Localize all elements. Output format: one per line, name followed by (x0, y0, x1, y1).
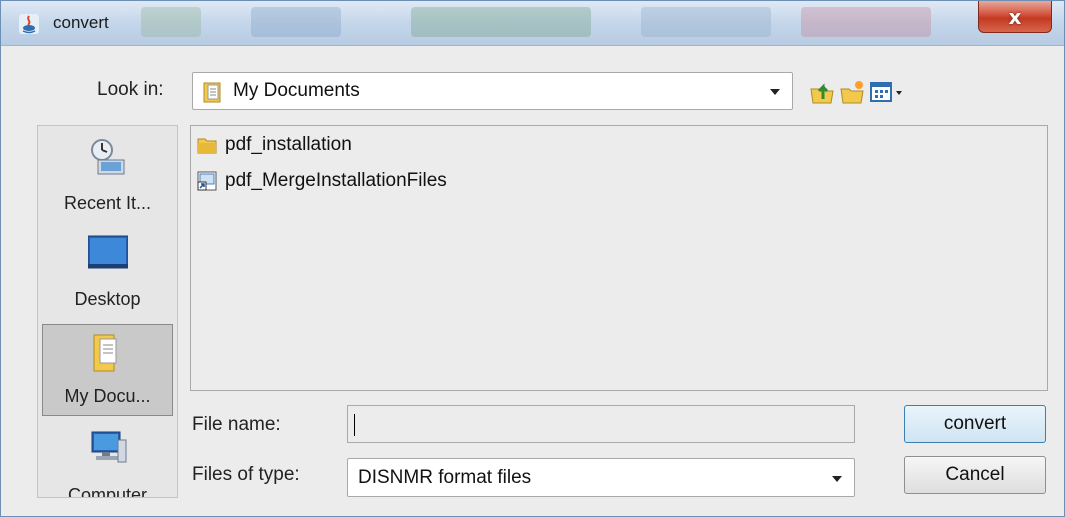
background-ghost (251, 7, 341, 37)
place-label: Desktop (74, 289, 141, 309)
close-button[interactable]: x (978, 1, 1052, 33)
file-name: pdf_installation (225, 134, 352, 155)
shortcut-icon (197, 171, 217, 191)
look-in-label: Look in: (97, 79, 164, 100)
new-folder-icon[interactable] (839, 79, 865, 105)
folder-icon (197, 138, 217, 154)
close-icon: x (1008, 4, 1022, 29)
list-item[interactable]: pdf_installation (197, 132, 352, 158)
place-label: My Docu... (64, 386, 151, 406)
list-item[interactable]: pdf_MergeInstallationFiles (197, 168, 447, 194)
file-type-label: Files of type: (192, 464, 300, 485)
file-name: pdf_MergeInstallationFiles (225, 170, 447, 191)
convert-button[interactable]: convert (904, 405, 1046, 443)
java-app-icon (19, 14, 39, 34)
view-menu-icon[interactable] (869, 79, 907, 105)
background-ghost (411, 7, 591, 37)
look-in-dropdown[interactable]: My Documents (192, 72, 793, 110)
computer-icon (91, 431, 126, 463)
chevron-down-icon (832, 475, 842, 482)
title-bar[interactable]: convert x (1, 1, 1064, 46)
file-dialog-window: convert x Look in: My Documents Recent I… (0, 0, 1065, 517)
look-in-value: My Documents (233, 80, 360, 101)
desktop-icon (87, 235, 128, 269)
text-caret (354, 414, 355, 436)
places-sidebar: Recent It... Desktop My Docu... Computer (37, 125, 178, 498)
file-type-dropdown[interactable]: DISNMR format files (347, 458, 855, 497)
background-ghost (641, 7, 771, 37)
window-title: convert (53, 13, 109, 32)
place-desktop[interactable]: Desktop (42, 226, 173, 318)
cancel-button[interactable]: Cancel (904, 456, 1046, 494)
chevron-down-icon (770, 89, 780, 95)
place-label: Computer (67, 485, 148, 498)
file-type-value: DISNMR format files (358, 466, 532, 488)
file-name-label: File name: (192, 414, 281, 435)
place-computer[interactable]: Computer (42, 422, 173, 498)
up-folder-icon[interactable] (809, 79, 835, 105)
file-name-field[interactable] (347, 405, 855, 443)
background-ghost (801, 7, 931, 37)
documents-folder-icon (203, 82, 221, 103)
place-label: Recent It... (63, 193, 152, 213)
recent-items-icon (90, 139, 124, 175)
place-my-documents[interactable]: My Docu... (42, 324, 173, 416)
place-recent-items[interactable]: Recent It... (42, 130, 173, 222)
my-documents-icon (93, 334, 116, 372)
file-list[interactable]: pdf_installation pdf_MergeInstallationFi… (190, 125, 1048, 391)
background-ghost (141, 7, 201, 37)
